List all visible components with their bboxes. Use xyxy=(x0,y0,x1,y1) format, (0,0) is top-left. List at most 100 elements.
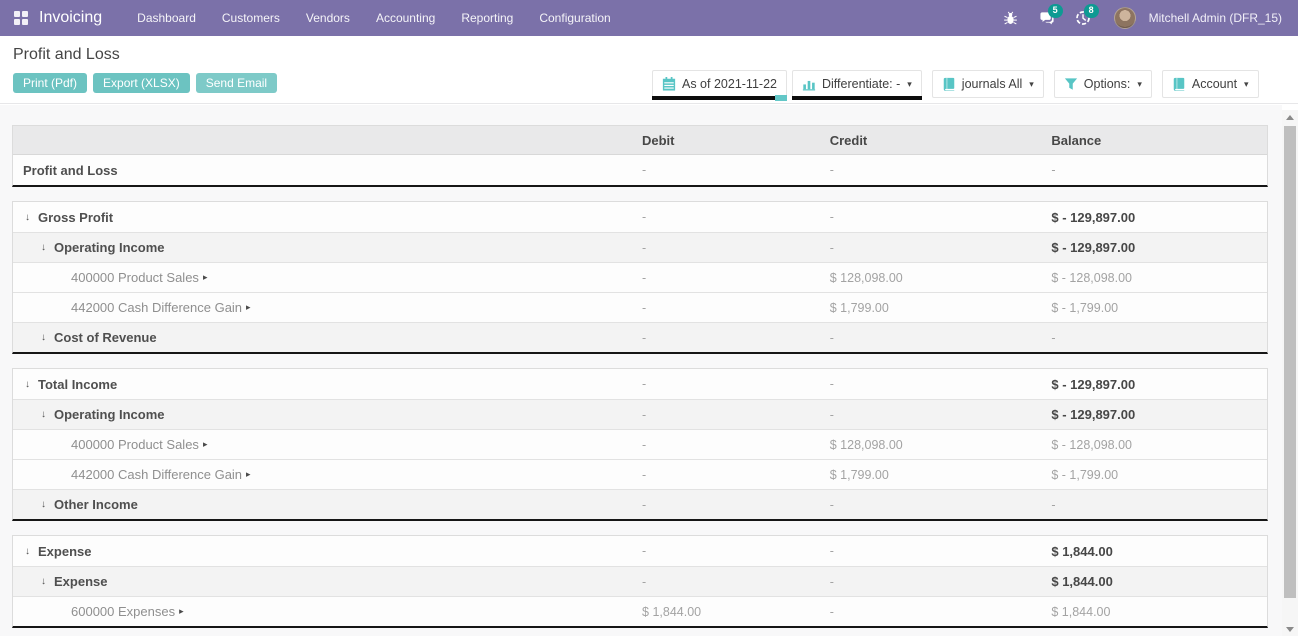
report-row-400000-product-sales[interactable]: 400000 Product Sales▸-$ 128,098.00$ - 12… xyxy=(13,429,1267,459)
menu-reporting[interactable]: Reporting xyxy=(448,0,526,36)
report-row-cost-of-revenue[interactable]: ↓Cost of Revenue--- xyxy=(13,322,1267,352)
bug-icon xyxy=(1003,11,1018,26)
debit-cell-value: - xyxy=(642,163,646,177)
credit-cell-value: - xyxy=(830,163,834,177)
messages-count-badge: 5 xyxy=(1048,4,1063,18)
debit-cell-value: - xyxy=(642,468,646,482)
report-row-400000-product-sales[interactable]: 400000 Product Sales▸-$ 128,098.00$ - 12… xyxy=(13,262,1267,292)
journals-filter-label: journals All xyxy=(962,77,1022,91)
apps-grid-icon[interactable] xyxy=(14,11,29,26)
app-name[interactable]: Invoicing xyxy=(39,9,102,27)
date-filter-label: As of 2021-11-22 xyxy=(682,77,777,91)
send-email-button[interactable]: Send Email xyxy=(196,73,277,93)
balance-cell-value: $ - 1,799.00 xyxy=(1051,301,1118,315)
report-row-442000-cash-difference-gain[interactable]: 442000 Cash Difference Gain▸-$ 1,799.00$… xyxy=(13,292,1267,322)
credit-cell: $ 1,799.00 xyxy=(818,460,1040,489)
drilldown-caret-icon[interactable]: ▸ xyxy=(246,302,251,313)
account-filter-button[interactable]: Account▾ xyxy=(1162,70,1259,98)
debit-cell-value: $ 1,844.00 xyxy=(642,605,701,619)
scroll-up-arrow[interactable] xyxy=(1282,110,1298,124)
export-xlsx-button[interactable]: Export (XLSX) xyxy=(93,73,190,93)
report-row-operating-income[interactable]: ↓Operating Income--$ - 129,897.00 xyxy=(13,399,1267,429)
topbar-menus: DashboardCustomersVendorsAccountingRepor… xyxy=(124,0,624,36)
user-menu[interactable]: Mitchell Admin (DFR_15) xyxy=(1149,11,1288,25)
fold-arrow-icon[interactable]: ↓ xyxy=(41,409,54,420)
row-name-cell: 400000 Product Sales ▸ xyxy=(13,263,630,292)
fold-arrow-icon[interactable]: ↓ xyxy=(41,332,54,343)
differentiate-filter-button[interactable]: Differentiate: -▾ xyxy=(792,70,922,98)
credit-cell-value: $ 1,799.00 xyxy=(830,301,889,315)
journals-filter-button[interactable]: journals All▾ xyxy=(932,70,1044,98)
debit-cell: - xyxy=(630,293,818,322)
credit-cell: - xyxy=(818,369,1040,399)
credit-cell: - xyxy=(818,567,1040,596)
activities-button[interactable]: 8 xyxy=(1068,0,1098,36)
date-filter-button[interactable]: As of 2021-11-22 xyxy=(652,70,787,98)
debit-cell: - xyxy=(630,400,818,429)
debit-cell: - xyxy=(630,536,818,566)
menu-customers[interactable]: Customers xyxy=(209,0,293,36)
drilldown-caret-icon[interactable]: ▸ xyxy=(203,439,208,450)
menu-dashboard[interactable]: Dashboard xyxy=(124,0,209,36)
report-section: ↓Gross Profit--$ - 129,897.00↓Operating … xyxy=(12,201,1268,354)
row-name-cell: ↓Cost of Revenue xyxy=(13,323,630,352)
print-pdf-button[interactable]: Print (Pdf) xyxy=(13,73,87,93)
messages-button[interactable]: 5 xyxy=(1032,0,1062,36)
report-row-operating-income[interactable]: ↓Operating Income--$ - 129,897.00 xyxy=(13,232,1267,262)
credit-cell: - xyxy=(818,490,1040,519)
report-row-other-income[interactable]: ↓Other Income--- xyxy=(13,489,1267,519)
drilldown-caret-icon[interactable]: ▸ xyxy=(203,272,208,283)
row-label: 442000 Cash Difference Gain xyxy=(71,467,242,482)
report-header-row: DebitCreditBalance xyxy=(13,126,1267,155)
debug-bug-icon[interactable] xyxy=(996,0,1026,36)
row-label: 400000 Product Sales xyxy=(71,270,199,285)
menu-configuration[interactable]: Configuration xyxy=(526,0,623,36)
row-label: Gross Profit xyxy=(38,210,113,225)
header-balance: Balance xyxy=(1039,126,1267,154)
report-row-expense[interactable]: ↓Expense--$ 1,844.00 xyxy=(13,536,1267,566)
options-filter-button[interactable]: Options:▾ xyxy=(1054,70,1152,98)
credit-cell: - xyxy=(818,400,1040,429)
fold-arrow-icon[interactable]: ↓ xyxy=(41,499,54,510)
active-filter-underline xyxy=(652,96,787,100)
balance-cell-value: $ 1,844.00 xyxy=(1051,605,1110,619)
scrollbar-thumb[interactable] xyxy=(1284,126,1296,598)
fold-arrow-icon[interactable]: ↓ xyxy=(25,212,38,223)
credit-cell-value: - xyxy=(830,575,834,589)
bar-chart-icon xyxy=(802,77,816,91)
balance-cell-value: $ - 129,897.00 xyxy=(1051,210,1135,225)
balance-cell: $ - 1,799.00 xyxy=(1039,293,1267,322)
report-row-gross-profit[interactable]: ↓Gross Profit--$ - 129,897.00 xyxy=(13,202,1267,232)
balance-cell: $ - 129,897.00 xyxy=(1039,369,1267,399)
debit-cell: - xyxy=(630,155,818,185)
debit-cell-value: - xyxy=(642,301,646,315)
credit-cell-value: - xyxy=(830,605,834,619)
fold-arrow-icon[interactable]: ↓ xyxy=(41,576,54,587)
fold-arrow-icon[interactable]: ↓ xyxy=(25,379,38,390)
debit-cell: - xyxy=(630,369,818,399)
debit-cell: - xyxy=(630,490,818,519)
balance-cell-value: $ 1,844.00 xyxy=(1051,544,1112,559)
fold-arrow-icon[interactable]: ↓ xyxy=(25,546,38,557)
menu-accounting[interactable]: Accounting xyxy=(363,0,448,36)
drilldown-caret-icon[interactable]: ▸ xyxy=(246,469,251,480)
report-row-442000-cash-difference-gain[interactable]: 442000 Cash Difference Gain▸-$ 1,799.00$… xyxy=(13,459,1267,489)
credit-cell: - xyxy=(818,536,1040,566)
drilldown-caret-icon[interactable]: ▸ xyxy=(179,606,184,617)
report-row-expense[interactable]: ↓Expense--$ 1,844.00 xyxy=(13,566,1267,596)
account-filter-label: Account xyxy=(1192,77,1237,91)
balance-cell: $ - 129,897.00 xyxy=(1039,202,1267,232)
options-filter-label: Options: xyxy=(1084,77,1131,91)
credit-cell: - xyxy=(818,233,1040,262)
filter-icon xyxy=(1064,77,1078,91)
report-row-total-income[interactable]: ↓Total Income--$ - 129,897.00 xyxy=(13,369,1267,399)
fold-arrow-icon[interactable]: ↓ xyxy=(41,242,54,253)
menu-vendors[interactable]: Vendors xyxy=(293,0,363,36)
balance-cell: - xyxy=(1039,490,1267,519)
scroll-down-arrow[interactable] xyxy=(1282,622,1298,636)
row-name-cell: 600000 Expenses▸ xyxy=(13,597,630,626)
report-row-600000-expenses[interactable]: 600000 Expenses▸ $ 1,844.00 - $ 1,844.00 xyxy=(13,596,1267,626)
debit-cell: - xyxy=(630,430,818,459)
user-avatar[interactable] xyxy=(1114,7,1136,29)
balance-cell: - xyxy=(1039,155,1267,185)
